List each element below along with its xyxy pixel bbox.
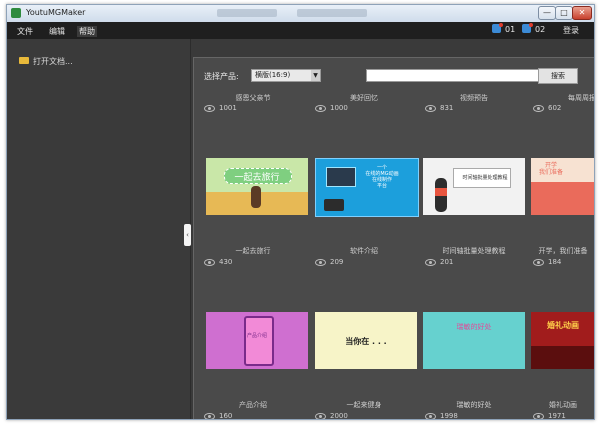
thumbnail-building xyxy=(531,182,594,215)
thumbnail-text: 瑞敏的好处 xyxy=(456,323,492,331)
view-count: 201 xyxy=(425,258,453,266)
collapse-sidebar-handle[interactable]: ‹ xyxy=(184,224,191,246)
thumbnail-text: 时间轴批量处理教程 xyxy=(462,175,508,181)
view-count: 1000 xyxy=(315,104,348,112)
login-link[interactable]: 登录 xyxy=(563,25,579,36)
thumbnail-figure xyxy=(251,186,261,208)
template-thumbnail[interactable]: 产品介绍 xyxy=(206,312,308,369)
product-filter-label: 选择产品: xyxy=(204,72,239,81)
template-thumbnail[interactable]: 当你在 . . . xyxy=(315,312,417,369)
card-title[interactable]: 每周周报 xyxy=(531,93,594,103)
template-thumbnail[interactable]: 瑞敏的好处 xyxy=(423,312,525,369)
thumbnail-text: 一个 在线的MG动画 在线制作 平台 xyxy=(365,165,399,189)
notification-icon[interactable] xyxy=(492,23,503,33)
chevron-down-icon: ▼ xyxy=(311,70,320,81)
card-title[interactable]: 一起来健身 xyxy=(313,400,415,410)
notification-count: 01 xyxy=(505,25,516,34)
view-count: 430 xyxy=(204,258,232,266)
eye-icon xyxy=(204,104,215,112)
eye-icon xyxy=(315,104,326,112)
view-count: 2000 xyxy=(315,412,348,419)
menu-bar: 文件 编辑 帮助 01 02 登录 xyxy=(7,22,594,39)
thumbnail-text: 当你在 . . . xyxy=(345,337,387,346)
menu-file[interactable]: 文件 xyxy=(17,26,33,37)
view-count: 209 xyxy=(315,258,343,266)
eye-icon xyxy=(315,258,326,266)
minimize-button[interactable]: — xyxy=(538,6,556,20)
close-button[interactable]: ✕ xyxy=(572,6,592,20)
thumbnail-figure xyxy=(324,199,344,211)
eye-icon xyxy=(204,258,215,266)
view-count: 184 xyxy=(533,258,561,266)
thumbnail-phone xyxy=(244,316,274,366)
thumbnail-crowd xyxy=(531,346,594,369)
menu-help[interactable]: 帮助 xyxy=(77,26,97,37)
eye-icon xyxy=(533,412,544,419)
folder-icon xyxy=(19,57,29,64)
template-thumbnail[interactable]: 时间轴批量处理教程 xyxy=(423,158,525,215)
card-title[interactable]: 软件介绍 xyxy=(313,246,415,256)
view-count: 160 xyxy=(204,412,232,419)
search-input[interactable] xyxy=(366,69,540,82)
card-title[interactable]: 产品介绍 xyxy=(202,400,304,410)
thumbnail-text: 婚礼动画 xyxy=(547,321,579,330)
title-bar-blurred-text xyxy=(297,9,367,17)
thumbnail-text: 一起去旅行 xyxy=(234,173,280,183)
app-title: YoutuMGMaker xyxy=(26,8,86,17)
menu-edit[interactable]: 编辑 xyxy=(49,26,65,37)
open-document-label: 打开文档... xyxy=(33,57,73,66)
card-title[interactable]: 美好回忆 xyxy=(313,93,415,103)
eye-icon xyxy=(425,258,436,266)
view-count: 831 xyxy=(425,104,453,112)
thumbnail-text: 产品介绍 xyxy=(246,333,267,339)
card-title[interactable]: 婚礼动画 xyxy=(531,400,594,410)
view-count: 1001 xyxy=(204,104,237,112)
title-bar: YoutuMGMaker — □ ✕ xyxy=(7,5,594,22)
thumbnail-figure-scarf xyxy=(435,188,447,196)
product-select[interactable]: 横版(16:9) ▼ xyxy=(251,69,321,82)
card-title[interactable]: 视频预告 xyxy=(423,93,525,103)
message-icon[interactable] xyxy=(522,23,533,33)
card-title[interactable]: 瑞敏的好处 xyxy=(423,400,525,410)
card-title[interactable]: 时间轴批量处理教程 xyxy=(423,246,525,256)
eye-icon xyxy=(425,104,436,112)
eye-icon xyxy=(533,258,544,266)
title-bar-blurred-text xyxy=(217,9,277,17)
view-count: 1998 xyxy=(425,412,458,419)
maximize-button[interactable]: □ xyxy=(555,6,573,20)
eye-icon xyxy=(425,412,436,419)
eye-icon xyxy=(533,104,544,112)
message-count: 02 xyxy=(535,25,546,34)
view-count: 602 xyxy=(533,104,561,112)
card-title[interactable]: 一起去旅行 xyxy=(202,246,304,256)
template-thumbnail[interactable]: 婚礼动画 xyxy=(531,312,594,369)
app-logo-icon xyxy=(11,8,21,18)
product-select-value: 横版(16:9) xyxy=(255,71,291,79)
template-gallery: 选择产品: 横版(16:9) ▼ 搜索 感恩父亲节 美好回忆 视频预告 每周周报… xyxy=(193,57,594,419)
view-count: 1971 xyxy=(533,412,566,419)
search-button[interactable]: 搜索 xyxy=(538,68,578,84)
card-title[interactable]: 开学，我们准备 xyxy=(531,246,594,256)
app-window: YoutuMGMaker — □ ✕ 文件 编辑 帮助 01 02 登录 打开文… xyxy=(6,4,595,420)
eye-icon xyxy=(204,412,215,419)
sidebar: 打开文档... xyxy=(7,39,187,419)
template-thumbnail[interactable]: 一个 在线的MG动画 在线制作 平台 xyxy=(315,158,419,217)
template-thumbnail[interactable]: 开学 我们准备 xyxy=(531,158,594,215)
card-title[interactable]: 感恩父亲节 xyxy=(202,93,304,103)
template-thumbnail[interactable]: 一起去旅行 xyxy=(206,158,308,215)
eye-icon xyxy=(315,412,326,419)
thumbnail-text: 开学 我们准备 xyxy=(538,162,563,176)
